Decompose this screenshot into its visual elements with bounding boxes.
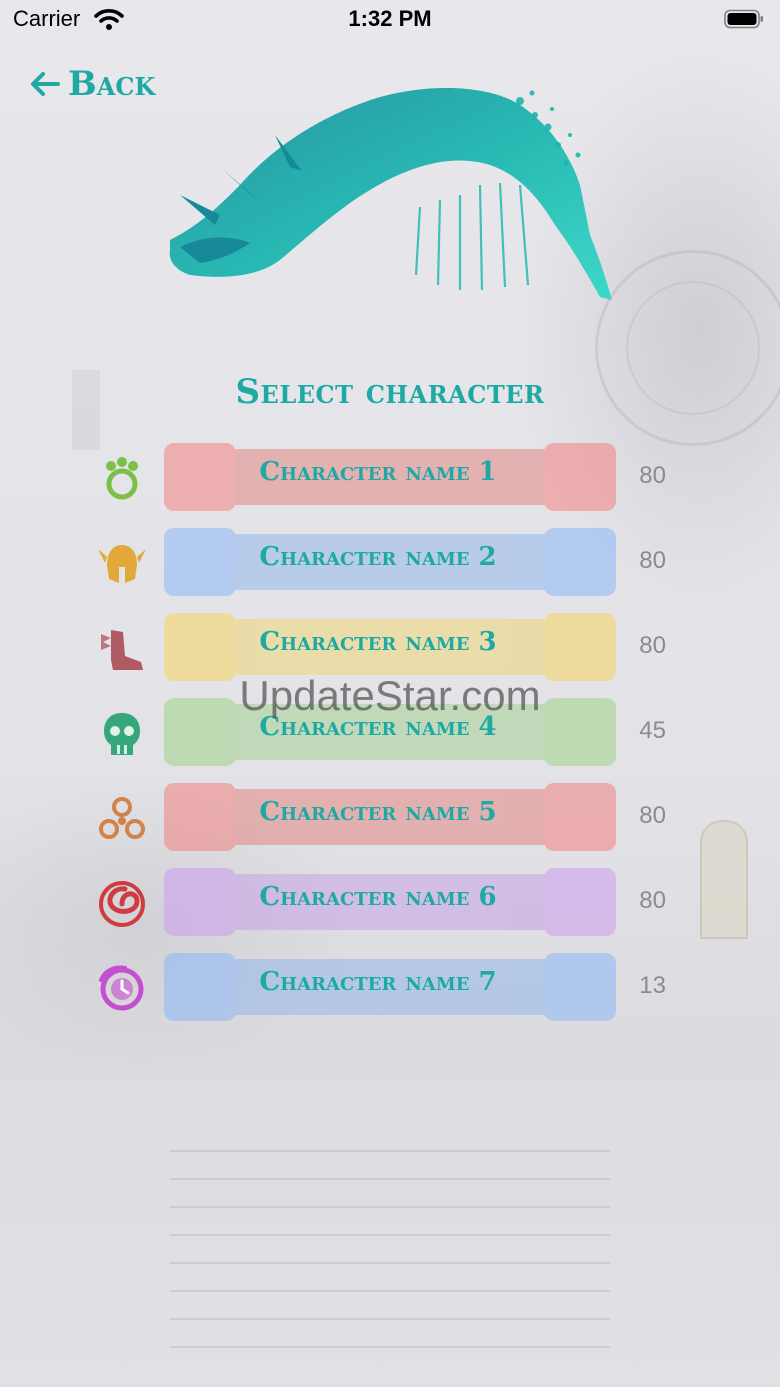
character-level: 80 xyxy=(639,462,666,489)
character-level: 80 xyxy=(639,887,666,914)
character-name: Character name 5 xyxy=(259,797,497,827)
character-name: Character name 6 xyxy=(259,882,497,912)
dragon-logo xyxy=(169,87,612,300)
character-name: Character name 3 xyxy=(259,627,497,657)
mesmer-clock-icon xyxy=(99,965,144,1011)
character-level: 80 xyxy=(639,632,666,659)
character-row[interactable]: Character name 6 80 xyxy=(0,860,780,945)
character-name: Character name 1 xyxy=(259,457,497,487)
engineer-gear-icon xyxy=(99,797,145,839)
character-row[interactable]: Character name 1 80 xyxy=(0,435,780,520)
page-title: Select character xyxy=(235,372,545,412)
character-level: 80 xyxy=(639,802,666,829)
elementalist-swirl-icon xyxy=(99,881,145,927)
back-arrow-icon xyxy=(31,72,60,96)
clock-time: 1:32 PM xyxy=(348,6,432,31)
character-level: 13 xyxy=(639,972,666,999)
thief-boot-icon xyxy=(101,630,143,670)
character-row[interactable]: Character name 2 80 xyxy=(0,520,780,605)
stairs-decoration xyxy=(170,1150,610,1387)
watermark-text: UpdateStar.com xyxy=(239,672,541,719)
character-name: Character name 7 xyxy=(259,967,497,997)
back-button[interactable]: Back xyxy=(28,64,155,104)
status-bar: Carrier 1:32 PM xyxy=(0,0,780,40)
battery-icon xyxy=(724,9,763,29)
guardian-helmet-icon xyxy=(98,545,146,583)
character-row[interactable]: Character name 7 13 xyxy=(0,945,780,1030)
character-name: Character name 2 xyxy=(259,542,497,572)
character-level: 45 xyxy=(639,717,666,744)
rose-window-decoration xyxy=(595,250,780,446)
back-label: Back xyxy=(68,64,156,104)
character-row[interactable]: Character name 5 80 xyxy=(0,775,780,860)
ranger-paw-icon xyxy=(106,457,138,500)
character-level: 80 xyxy=(639,547,666,574)
